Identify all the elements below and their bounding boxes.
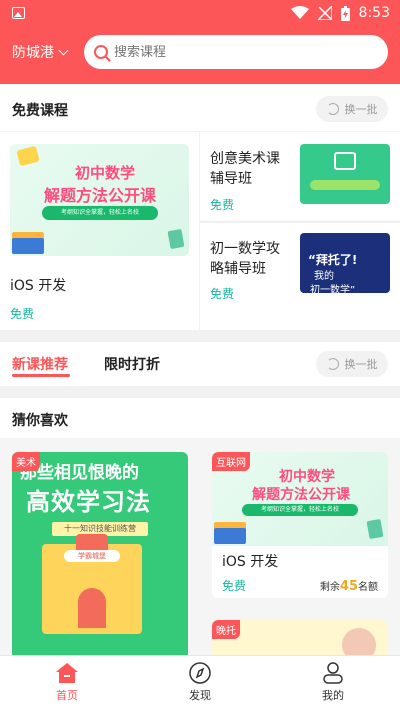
- city-selector[interactable]: 防城港: [12, 42, 84, 62]
- free-courses-title: 免费课程: [12, 103, 68, 119]
- nav-home-label: 首页: [56, 689, 78, 702]
- category-tag: 美术: [12, 452, 40, 471]
- books-illustration: [12, 238, 44, 254]
- swap-label: 换一批: [344, 103, 378, 116]
- guess-title: 猜你喜欢: [12, 413, 68, 429]
- remain-suffix: 名额: [358, 582, 378, 593]
- chevron-down-icon: [58, 45, 69, 55]
- tab-new-courses[interactable]: 新课推荐: [12, 354, 68, 374]
- featured-free-course[interactable]: 初中数学 解题方法公开课 考纲知识全掌握，轻松上名校 iOS 开发 免费: [0, 132, 199, 330]
- home-icon: [55, 662, 79, 684]
- decoration: [310, 180, 380, 190]
- free-courses-header: 免费课程 换一批: [0, 84, 400, 131]
- status-right: 8:53: [290, 5, 390, 21]
- art-course-thumbnail: [300, 144, 390, 204]
- banner-title-2: 解题方法公开课: [43, 186, 156, 205]
- free-course-item[interactable]: 创意美术课 辅导班 免费: [200, 132, 400, 222]
- nav-discover[interactable]: 发现: [170, 662, 230, 703]
- course-name-line-1: 初一数学攻: [210, 241, 280, 257]
- thumb-text-1: “拜托了!: [308, 253, 358, 267]
- nav-discover-label: 发现: [189, 689, 211, 702]
- signal-off-icon: [317, 6, 332, 20]
- nav-me[interactable]: 我的: [303, 662, 363, 703]
- calculator-illustration: [167, 228, 185, 250]
- banner-subtitle: 考纲知识全掌握，轻松上名校: [42, 206, 158, 220]
- course-name-line-2: 辅导班: [210, 171, 252, 187]
- course-name: iOS 开发: [222, 554, 279, 570]
- user-icon: [321, 662, 345, 684]
- nav-me-label: 我的: [322, 689, 344, 702]
- course-price: 免费: [210, 198, 235, 212]
- remain-prefix: 剩余: [319, 582, 340, 593]
- course-price: 免费: [210, 287, 235, 301]
- category-tag: 晚托: [212, 620, 240, 639]
- remaining-seats: 剩余45名额: [320, 578, 378, 594]
- course-banner: 初中数学 解题方法公开课 考纲知识全掌握，轻松上名校 互联网: [212, 452, 388, 546]
- status-time: 8:53: [358, 5, 390, 21]
- search-box[interactable]: [84, 35, 388, 69]
- thumb-text-2: 我的: [314, 271, 334, 282]
- books-illustration: [214, 528, 246, 544]
- castle-sign: 学霸城堡: [64, 550, 120, 562]
- card-line-2: 高效学习法: [26, 488, 151, 516]
- castle-illustration: 学霸城堡: [42, 534, 142, 634]
- free-courses-swap-button[interactable]: 换一批: [316, 96, 388, 122]
- search-header: 防城港: [0, 26, 400, 78]
- guess-header: 猜你喜欢: [0, 398, 400, 438]
- course-card[interactable]: 晚托: [212, 620, 388, 656]
- category-tag: 互联网: [212, 452, 250, 471]
- math-course-thumbnail: “拜托了! 我的 初一数学”: [300, 233, 390, 293]
- free-course-item[interactable]: 初一数学攻 略辅导班 免费 “拜托了! 我的 初一数学”: [200, 223, 400, 330]
- banner-subtitle: 考纲知识全掌握，轻松上名校: [242, 504, 358, 516]
- featured-course-price: 免费: [10, 307, 35, 321]
- calculator-illustration: [366, 518, 384, 540]
- status-bar: 8:53: [0, 0, 400, 26]
- battery-icon: [340, 5, 350, 21]
- banner-title-1: 初中数学: [279, 469, 335, 485]
- course-price: 免费: [222, 579, 247, 593]
- wifi-icon: [290, 6, 309, 19]
- triangle-ruler-icon: [16, 145, 40, 167]
- tab-indicator: [12, 374, 70, 377]
- refresh-icon: [326, 358, 339, 370]
- app-header: 8:53 防城港: [0, 0, 400, 84]
- castle-door: [78, 588, 106, 628]
- search-input[interactable]: [114, 44, 378, 60]
- refresh-icon: [326, 103, 339, 115]
- logo-icon: [334, 152, 356, 170]
- search-icon: [94, 45, 108, 59]
- course-tabs: 新课推荐 限时打折 换一批: [0, 342, 400, 386]
- compass-icon: [188, 662, 212, 684]
- swap-label: 换一批: [344, 358, 378, 371]
- guess-list: 那些相见恨晚的 高效学习法 十一知识技能训练营 学霸城堡 美术 初中数学 解题方…: [0, 438, 400, 656]
- banner-title-2: 解题方法公开课: [252, 487, 350, 503]
- teacher-avatar: [342, 628, 376, 656]
- course-name-line-2: 略辅导班: [210, 261, 266, 277]
- course-card[interactable]: 初中数学 解题方法公开课 考纲知识全掌握，轻松上名校 互联网 iOS 开发 免费…: [212, 452, 388, 598]
- nav-home[interactable]: 首页: [37, 662, 97, 703]
- remain-count: 45: [339, 579, 358, 594]
- course-card-large[interactable]: 那些相见恨晚的 高效学习法 十一知识技能训练营 学霸城堡 美术: [12, 452, 188, 656]
- bottom-nav: 首页 发现 我的: [0, 655, 400, 711]
- thumb-text-3: 初一数学”: [310, 285, 356, 293]
- featured-course-banner: 初中数学 解题方法公开课 考纲知识全掌握，轻松上名校: [10, 144, 189, 256]
- image-notification-icon: [12, 7, 25, 19]
- banner-title-1: 初中数学: [74, 164, 135, 182]
- course-name-line-1: 创意美术课: [210, 151, 280, 167]
- tabs-swap-button[interactable]: 换一批: [316, 351, 388, 377]
- featured-course-name: iOS 开发: [10, 278, 67, 294]
- tab-discount[interactable]: 限时打折: [104, 354, 160, 374]
- course-banner: 晚托: [212, 620, 388, 656]
- city-label: 防城港: [12, 45, 54, 61]
